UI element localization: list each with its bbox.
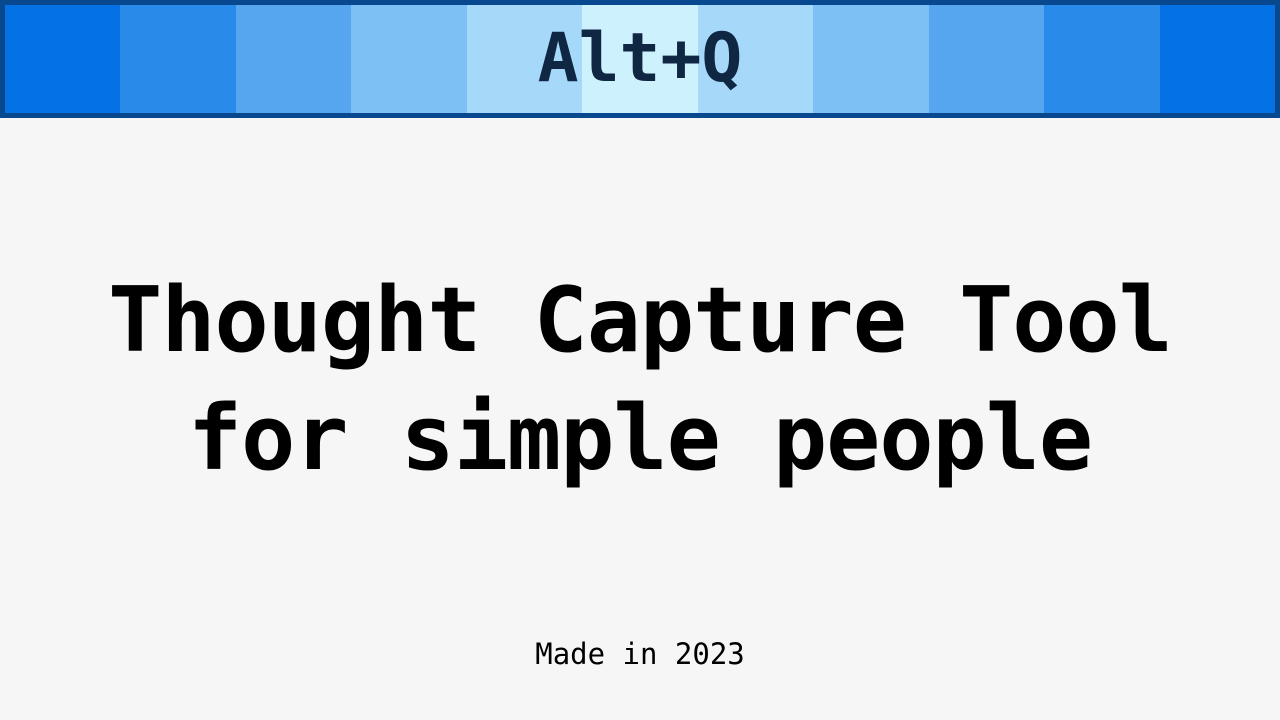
footer-text: Made in 2023	[535, 637, 745, 671]
banner-title: Alt+Q	[537, 19, 743, 98]
headline-line-2: for simple people	[187, 386, 1093, 491]
headline-line-1: Thought Capture Tool	[108, 268, 1173, 373]
headline: Thought Capture Tool for simple people	[0, 262, 1280, 498]
header-banner: Alt+Q	[0, 0, 1280, 118]
